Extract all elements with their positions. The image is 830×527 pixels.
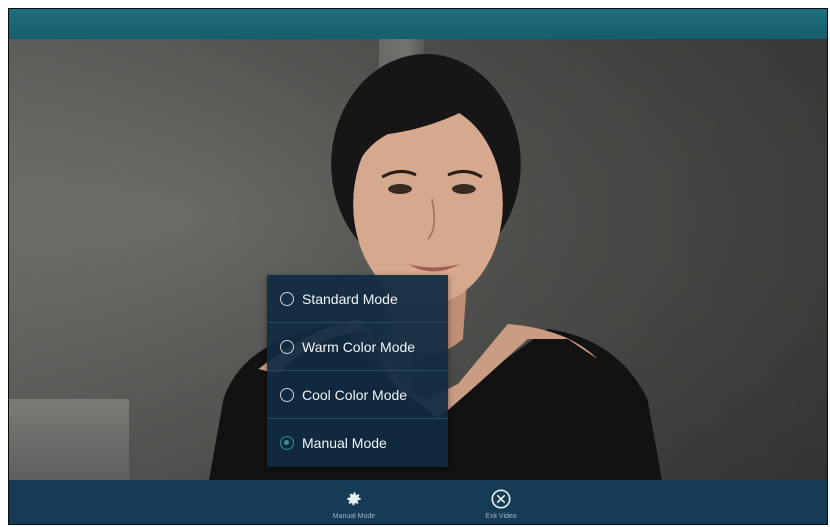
- manual-mode-label: Manual Mode: [332, 513, 376, 520]
- menu-item-warm-color-mode[interactable]: Warm Color Mode: [267, 323, 448, 371]
- video-window: Standard Mode Warm Color Mode Cool Color…: [8, 8, 828, 525]
- radio-icon: [280, 339, 294, 354]
- menu-item-cool-color-mode[interactable]: Cool Color Mode: [267, 371, 448, 419]
- radio-icon: [280, 387, 294, 402]
- menu-item-label: Standard Mode: [302, 290, 398, 307]
- white-balance-mode-menu: Standard Mode Warm Color Mode Cool Color…: [267, 275, 448, 467]
- menu-item-label: Warm Color Mode: [302, 338, 416, 355]
- top-bar: [9, 9, 827, 39]
- menu-item-label: Manual Mode: [302, 435, 387, 451]
- exit-video-button[interactable]: Exit Video: [456, 480, 546, 524]
- menu-item-label: Cool Color Mode: [302, 386, 408, 403]
- exit-video-label: Exit Video: [485, 513, 517, 520]
- gear-icon: [345, 488, 363, 510]
- manual-mode-button[interactable]: Manual Mode: [309, 480, 399, 524]
- close-circle-icon: [490, 488, 512, 510]
- menu-item-standard-mode[interactable]: Standard Mode: [267, 275, 448, 323]
- bottom-toolbar: Manual Mode Exit Video: [9, 480, 827, 524]
- radio-selected-icon: [280, 436, 294, 450]
- radio-icon: [280, 291, 294, 306]
- menu-item-manual-mode[interactable]: Manual Mode: [267, 419, 448, 467]
